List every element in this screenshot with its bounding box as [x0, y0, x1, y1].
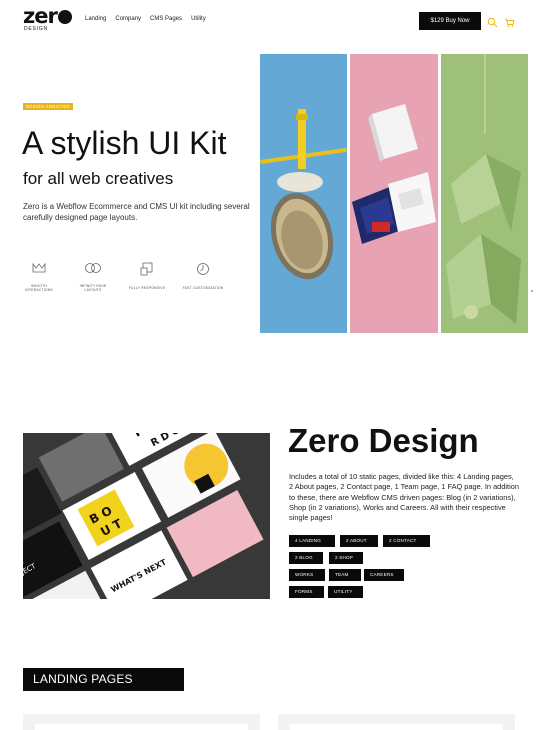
feature-label: INFINITY PAGE LAYOUTS — [79, 284, 107, 293]
hero-description: Zero is a Webflow Ecommerce and CMS UI k… — [23, 202, 250, 222]
tag-team[interactable]: TEAM — [329, 569, 361, 581]
search-icon[interactable] — [487, 15, 498, 28]
tag-utility[interactable]: UTILITY — [328, 586, 363, 598]
feature-label: SMOOTH INTERACTIONS — [25, 284, 53, 293]
tag-blog[interactable]: 2 BLOG — [289, 552, 323, 564]
tag-landing[interactable]: 4 LANDING — [289, 535, 335, 547]
tag-works[interactable]: WORKS — [289, 569, 325, 581]
tag-contact[interactable]: 2 CONTACT — [383, 535, 430, 547]
nav-cms-pages[interactable]: CMS Pages — [150, 16, 182, 22]
logo-dot — [58, 10, 72, 24]
feature-item: FULLY RESPONSIVE — [125, 262, 169, 290]
tag-about[interactable]: 2 ABOUT — [340, 535, 378, 547]
main-nav: Landing Company CMS Pages Utility — [85, 16, 206, 22]
nav-company[interactable]: Company — [115, 16, 141, 22]
feature-label: FULLY RESPONSIVE — [128, 286, 166, 290]
feature-item: SMOOTH INTERACTIONS — [17, 262, 61, 292]
logo[interactable]: zer DESIGN — [23, 4, 75, 35]
hero-title: A stylish UI Kit — [22, 125, 227, 161]
card-preview — [290, 724, 503, 730]
landing-page-card[interactable] — [23, 714, 260, 730]
hero-image-green-paper — [441, 54, 528, 333]
section-description: Includes a total of 10 static pages, div… — [289, 472, 519, 523]
tag-forms[interactable]: FORMS — [289, 586, 324, 598]
gauge-icon — [197, 263, 209, 275]
nav-landing[interactable]: Landing — [85, 16, 106, 22]
tag-shop[interactable]: 2 SHOP — [329, 552, 363, 564]
hero-subtitle: for all web creatives — [23, 169, 174, 188]
responsive-icon — [140, 262, 153, 276]
tag-careers[interactable]: CAREERS — [364, 569, 404, 581]
site-header: zer DESIGN Landing Company CMS Pages Uti… — [0, 0, 540, 42]
infinity-icon — [85, 263, 101, 273]
feature-list: SMOOTH INTERACTIONS INFINITY PAGE LAYOUT… — [23, 262, 233, 302]
hero-image-sardine-can — [260, 54, 347, 333]
logo-subtitle: DESIGN — [24, 26, 48, 32]
feature-item: INFINITY PAGE LAYOUTS — [71, 262, 115, 292]
card-preview — [35, 724, 248, 730]
logo-wordmark: zer — [23, 4, 58, 28]
landing-page-card[interactable] — [278, 714, 515, 730]
crown-icon — [32, 262, 46, 273]
hero-image-pink-objects — [350, 54, 438, 333]
hero-badge: DESIGN ADDICTED — [23, 103, 73, 110]
section-title: Zero Design — [288, 422, 479, 459]
cart-icon[interactable] — [504, 15, 515, 28]
landing-pages-heading: LANDING PAGES — [23, 668, 184, 691]
buy-now-button[interactable]: $129 Buy Now — [419, 12, 481, 30]
feature-item: FAST CUSTOMIZATION — [181, 262, 225, 290]
slider-dot[interactable] — [531, 290, 533, 292]
feature-label: FAST CUSTOMIZATION — [182, 286, 224, 290]
hero-image-strip — [260, 54, 528, 333]
nav-utility[interactable]: Utility — [191, 16, 206, 22]
product-mockup-image: P O U R D C S WE'LL PROJECT B O U T ME W… — [23, 433, 270, 599]
